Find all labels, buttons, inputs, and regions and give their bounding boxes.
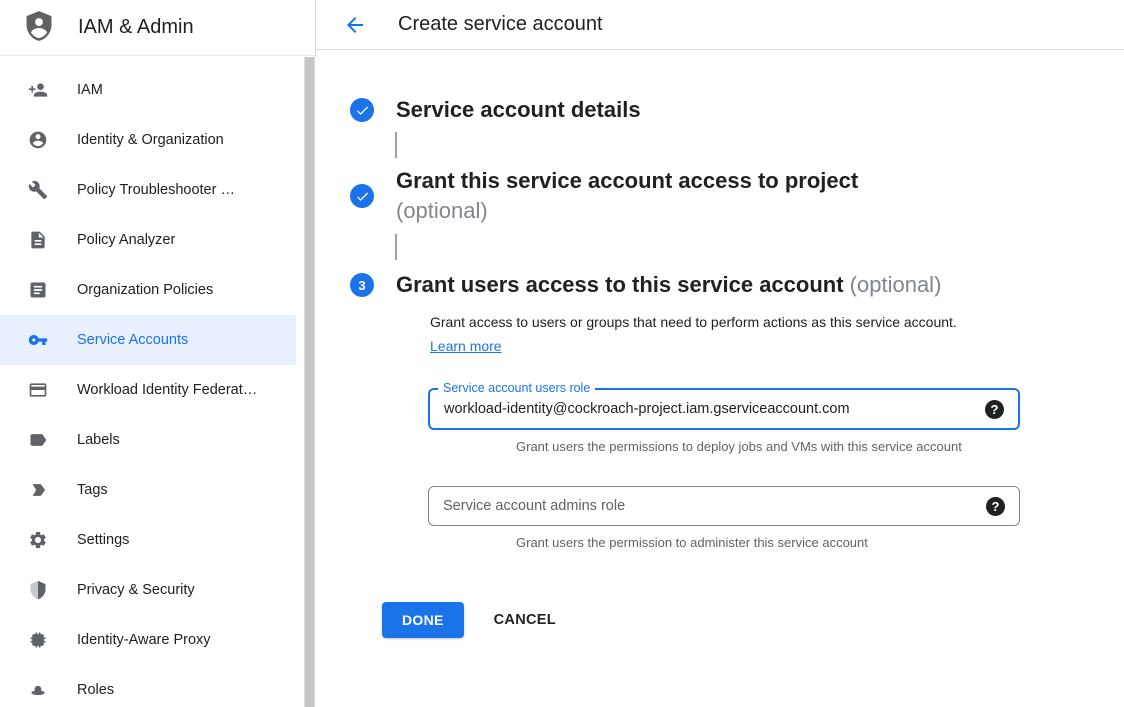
learn-more-link[interactable]: Learn more: [430, 338, 502, 354]
account-circle-icon: [28, 130, 48, 150]
sidebar-item-label: Policy Troubleshooter …: [77, 182, 235, 198]
step-connector: [395, 132, 397, 158]
sidebar-item-settings[interactable]: Settings: [0, 515, 296, 565]
hat-icon: [28, 680, 48, 700]
chip-icon: [28, 630, 48, 650]
sidebar-item-workload-identity-federation[interactable]: Workload Identity Federat…: [0, 365, 296, 415]
sidebar-item-label: Tags: [77, 482, 108, 498]
sidebar-item-organization-policies[interactable]: Organization Policies: [0, 265, 296, 315]
sidebar-item-privacy-security[interactable]: Privacy & Security: [0, 565, 296, 615]
sidebar-item-label: IAM: [77, 82, 103, 98]
sidebar-item-label: Roles: [77, 682, 114, 698]
tag-icon: [28, 480, 48, 500]
sidebar-item-identity-aware-proxy[interactable]: Identity-Aware Proxy: [0, 615, 296, 665]
description-text: Grant access to users or groups that nee…: [430, 314, 957, 330]
app-window: IAM & Admin IAM Identity & Organization …: [0, 0, 1124, 707]
sidebar-item-iam[interactable]: IAM: [0, 65, 296, 115]
sidebar-item-service-accounts[interactable]: Service Accounts: [0, 315, 296, 365]
users-role-input[interactable]: [444, 401, 975, 417]
step-connector: [395, 234, 397, 260]
topbar: Create service account: [316, 0, 1124, 50]
shield-icon: [28, 580, 48, 600]
sidebar-item-label: Privacy & Security: [77, 582, 195, 598]
sidebar: IAM & Admin IAM Identity & Organization …: [0, 0, 316, 707]
done-button[interactable]: DONE: [382, 602, 464, 638]
service-account-key-icon: [28, 330, 48, 350]
sidebar-scrollbar[interactable]: [304, 57, 315, 707]
step-2-grant-access-to-project[interactable]: Grant this service account access to pro…: [350, 166, 1124, 226]
page-title: Create service account: [398, 13, 603, 36]
policy-analyzer-icon: [28, 230, 48, 250]
sidebar-item-label: Labels: [77, 432, 120, 448]
card-icon: [28, 380, 48, 400]
person-add-icon: [28, 80, 48, 100]
wrench-icon: [28, 180, 48, 200]
iam-admin-shield-icon: [22, 9, 56, 47]
help-icon[interactable]: ?: [985, 400, 1004, 419]
wizard-actions: DONE CANCEL: [382, 602, 1124, 638]
admins-role-input-box: ?: [428, 486, 1020, 526]
step-3-title: Grant users access to this service accou…: [396, 272, 844, 297]
sidebar-item-label: Policy Analyzer: [77, 232, 175, 248]
back-button[interactable]: [343, 13, 367, 37]
cancel-button[interactable]: CANCEL: [494, 612, 556, 628]
gear-icon: [28, 530, 48, 550]
step-1-title: Service account details: [396, 96, 641, 124]
sidebar-item-label: Identity-Aware Proxy: [77, 632, 211, 648]
service-account-admins-role-field: ? Grant users the permission to administ…: [428, 486, 1020, 550]
label-icon: [28, 430, 48, 450]
sidebar-item-tags[interactable]: Tags: [0, 465, 296, 515]
step-1-service-account-details[interactable]: Service account details: [350, 96, 1124, 124]
admins-role-helper-text: Grant users the permission to administer…: [516, 535, 1020, 550]
main-panel: Create service account Service account d…: [316, 0, 1124, 707]
sidebar-item-labels[interactable]: Labels: [0, 415, 296, 465]
sidebar-nav: IAM Identity & Organization Policy Troub…: [0, 56, 296, 707]
users-role-helper-text: Grant users the permissions to deploy jo…: [516, 439, 1020, 454]
sidebar-item-label: Service Accounts: [77, 332, 188, 348]
step-1-check-icon: [350, 98, 374, 122]
step-3-optional-label: (optional): [850, 272, 942, 297]
arrow-back-icon: [343, 13, 367, 37]
sidebar-header: IAM & Admin: [0, 0, 316, 56]
sidebar-item-policy-troubleshooter[interactable]: Policy Troubleshooter …: [0, 165, 296, 215]
document-icon: [28, 280, 48, 300]
sidebar-item-label: Organization Policies: [77, 282, 213, 298]
step-3-number: 3: [358, 278, 365, 293]
create-service-account-wizard: Service account details Grant this servi…: [316, 50, 1124, 638]
step-2-title: Grant this service account access to pro…: [396, 166, 858, 196]
step-3-number-badge: 3: [350, 273, 374, 297]
sidebar-item-policy-analyzer[interactable]: Policy Analyzer: [0, 215, 296, 265]
users-role-input-box: Service account users role ?: [428, 388, 1020, 430]
sidebar-divider: [315, 0, 316, 57]
step-2-optional-label: (optional): [396, 196, 858, 226]
sidebar-item-label: Settings: [77, 532, 129, 548]
step-2-check-icon: [350, 184, 374, 208]
users-role-floating-label: Service account users role: [438, 381, 595, 395]
sidebar-item-identity-organization[interactable]: Identity & Organization: [0, 115, 296, 165]
service-account-users-role-field: Service account users role ? Grant users…: [428, 388, 1020, 454]
admins-role-input[interactable]: [443, 498, 976, 514]
sidebar-title: IAM & Admin: [78, 16, 194, 39]
step-3-grant-users-access[interactable]: 3 Grant users access to this service acc…: [350, 270, 1124, 300]
sidebar-item-label: Workload Identity Federat…: [77, 382, 257, 398]
help-icon[interactable]: ?: [986, 497, 1005, 516]
sidebar-item-label: Identity & Organization: [77, 132, 224, 148]
sidebar-item-roles[interactable]: Roles: [0, 665, 296, 707]
step-3-description: Grant access to users or groups that nee…: [430, 310, 975, 358]
